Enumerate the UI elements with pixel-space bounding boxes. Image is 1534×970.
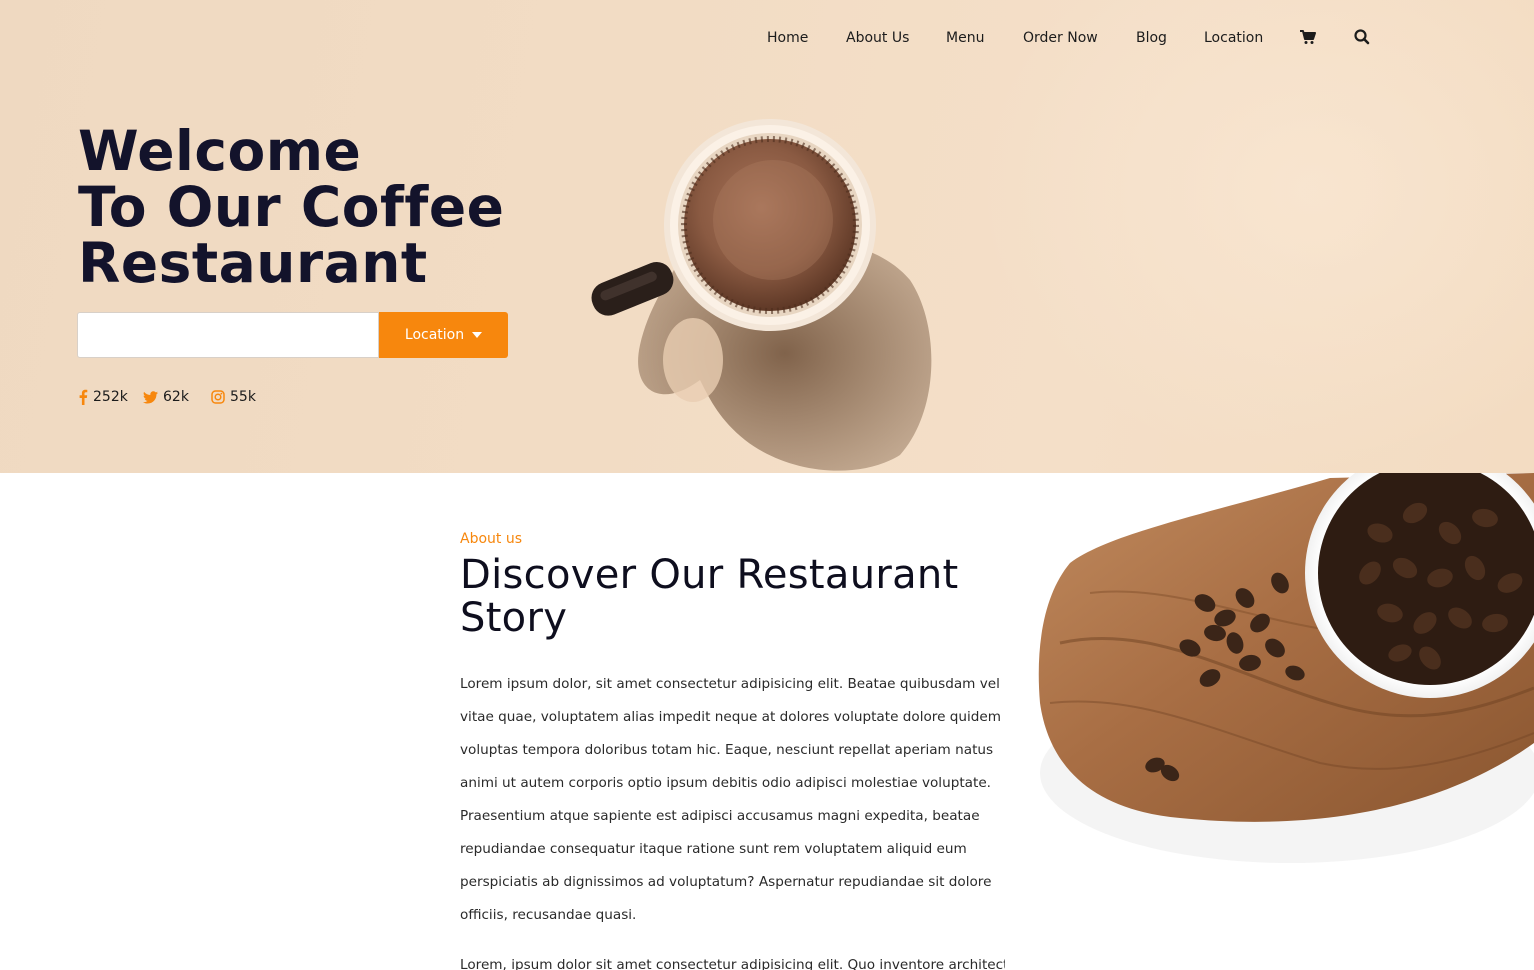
hero-section: Home About Us Menu Order Now Blog Locati… <box>0 0 1534 473</box>
social-instagram[interactable]: 55k <box>211 387 256 407</box>
instagram-count: 55k <box>230 389 256 405</box>
location-button-label: Location <box>404 327 465 343</box>
coffee-beans-image <box>1030 473 1534 970</box>
twitter-count: 62k <box>163 389 189 405</box>
main-nav: Home About Us Menu Order Now Blog Locati… <box>0 27 1534 49</box>
nav-location[interactable]: Location <box>1204 27 1263 49</box>
about-kicker: About us <box>460 531 523 547</box>
nav-order-now[interactable]: Order Now <box>1023 27 1098 49</box>
social-twitter[interactable]: 62k <box>143 387 189 407</box>
twitter-icon <box>143 390 158 403</box>
about-title-line-1: Discover Our Restaurant <box>460 552 959 598</box>
location-search-input[interactable] <box>77 312 379 358</box>
instagram-icon <box>211 390 225 404</box>
nav-menu[interactable]: Menu <box>946 27 984 49</box>
social-facebook[interactable]: 252k <box>78 387 128 407</box>
hero-background-tint <box>980 0 1534 473</box>
facebook-icon <box>79 389 88 405</box>
nav-blog[interactable]: Blog <box>1136 27 1167 49</box>
facebook-count: 252k <box>93 389 128 405</box>
hero-title-line-1: Welcome <box>78 119 362 183</box>
hero-title: Welcome To Our Coffee Restaurant <box>78 123 578 291</box>
nav-home[interactable]: Home <box>767 27 808 49</box>
hero-title-line-2: To Our Coffee <box>78 175 505 239</box>
about-paragraph: Lorem ipsum dolor, sit amet consectetur … <box>460 676 1002 923</box>
caret-down-icon <box>472 332 483 338</box>
hero-title-line-3: Restaurant <box>78 231 428 295</box>
about-paragraph-2: Lorem, ipsum dolor sit amet consectetur … <box>460 957 1005 970</box>
location-dropdown-button[interactable]: Location <box>379 312 508 358</box>
about-title-line-2: Story <box>460 595 568 641</box>
nav-about-us[interactable]: About Us <box>846 27 909 49</box>
about-title: Discover Our Restaurant Story <box>460 554 1020 640</box>
coffee-cup-image <box>570 110 970 473</box>
cart-icon[interactable] <box>1299 28 1319 48</box>
search-icon[interactable] <box>1353 28 1373 48</box>
